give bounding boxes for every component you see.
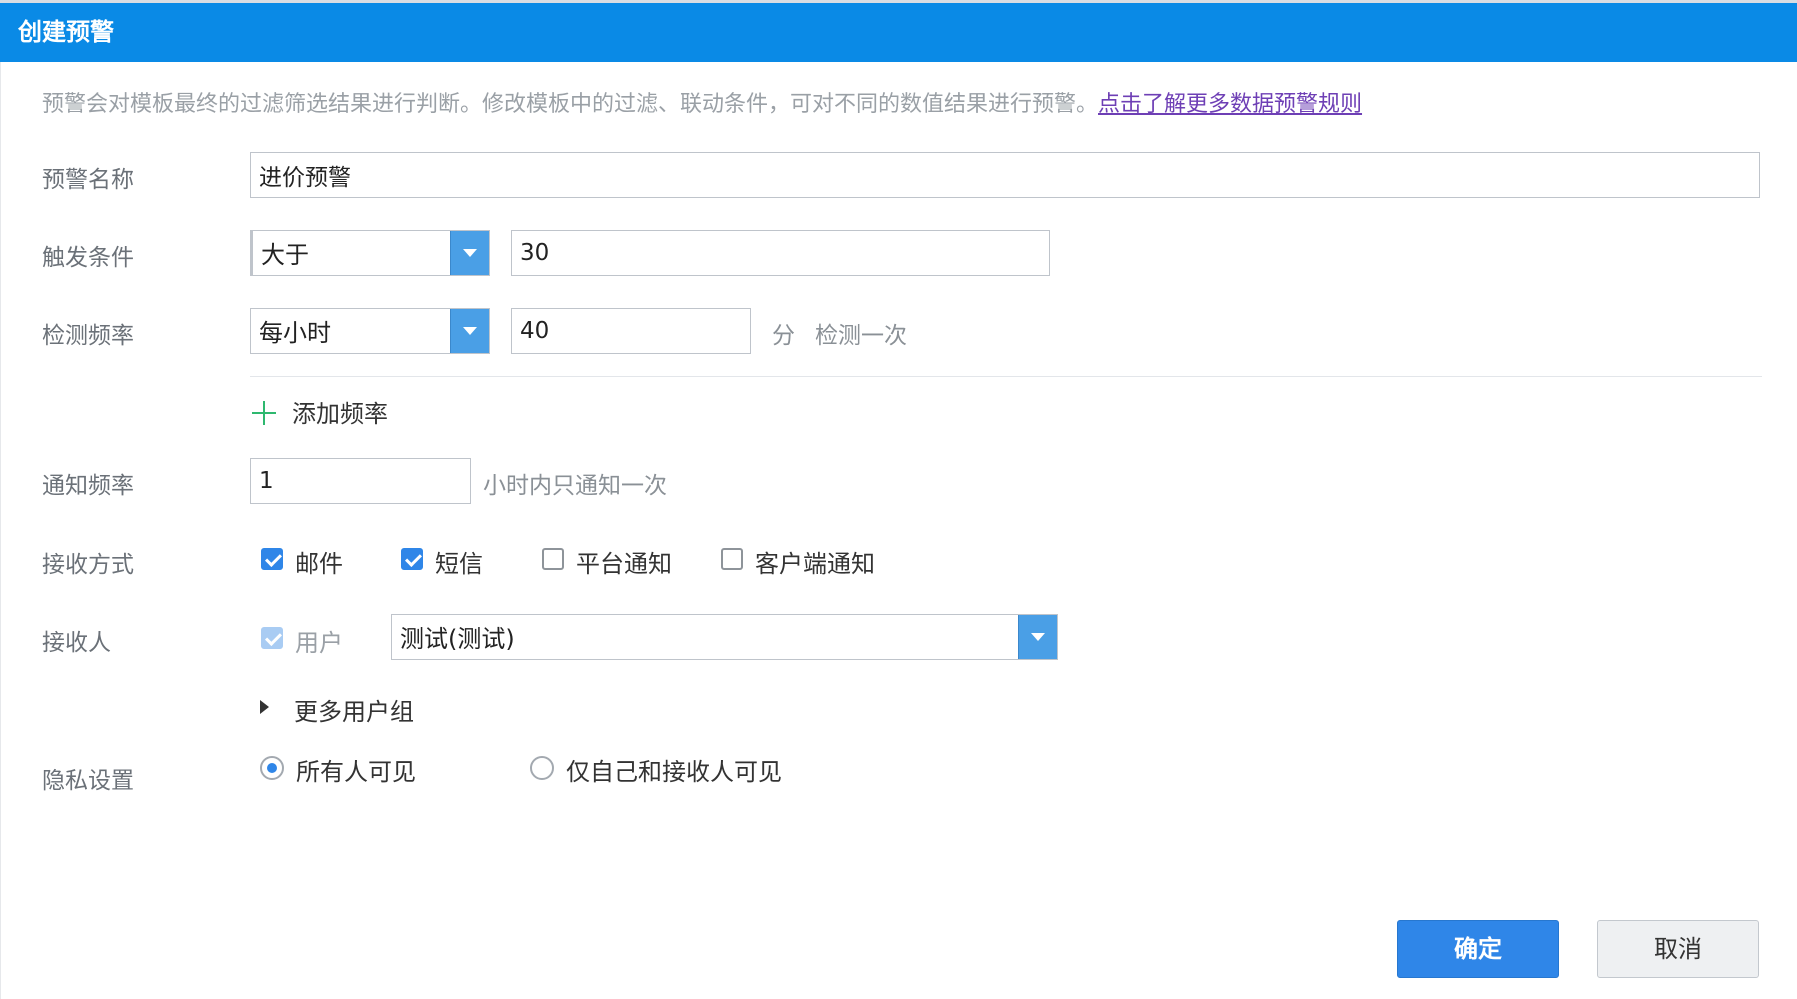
plus-icon [250,398,278,428]
radio-empty-icon [530,756,554,780]
more-user-groups-label: 更多用户组 [294,698,414,726]
dialog-left-border [0,62,1,999]
privacy-all-label: 所有人可见 [296,758,416,786]
receiver-user-label: 用户 [295,629,343,657]
receiver-label: 接收人 [42,630,111,656]
privacy-label: 隐私设置 [42,768,134,794]
checkbox-checked-icon [261,627,283,649]
receiver-user-value: 测试(测试) [400,625,515,653]
privacy-self-receiver-label: 仅自己和接收人可见 [566,758,782,786]
cancel-button[interactable]: 取消 [1597,920,1759,978]
check-unit-text: 分 [772,323,795,349]
chevron-down-icon[interactable] [450,309,489,353]
check-suffix-text: 检测一次 [815,323,907,349]
alert-name-input[interactable] [250,152,1760,198]
notify-hours-input[interactable] [250,458,471,504]
caret-right-icon [260,700,269,714]
trigger-label: 触发条件 [42,245,134,271]
check-frequency-label: 检测频率 [42,323,134,349]
notify-frequency-label: 通知频率 [42,473,134,499]
confirm-button[interactable]: 确定 [1397,920,1559,978]
check-period-value: 每小时 [259,319,331,347]
chevron-down-icon[interactable] [1018,615,1057,659]
check-period-select[interactable]: 每小时 [250,308,490,354]
checkbox-checked-icon [401,548,423,570]
receive-client-label: 客户端通知 [755,550,875,578]
rules-link[interactable]: 点击了解更多数据预警规则 [1098,92,1362,117]
receiver-user-select[interactable]: 测试(测试) [391,614,1058,660]
receive-sms-label: 短信 [435,550,483,578]
chevron-down-icon[interactable] [450,231,489,275]
notify-suffix-text: 小时内只通知一次 [483,473,667,499]
receive-method-label: 接收方式 [42,552,134,578]
check-minutes-input[interactable] [511,308,751,354]
description-text: 预警会对模板最终的过滤筛选结果进行判断。修改模板中的过滤、联动条件，可对不同的数… [42,92,1099,117]
trigger-value-input[interactable] [511,230,1050,276]
receive-platform-label: 平台通知 [576,550,672,578]
trigger-operator-select[interactable]: 大于 [250,230,490,276]
description-note: 预警会对模板最终的过滤筛选结果进行判断。修改模板中的过滤、联动条件，可对不同的数… [42,86,1362,118]
trigger-operator-value: 大于 [261,241,309,269]
receive-email-label: 邮件 [295,550,343,578]
name-label: 预警名称 [42,167,134,193]
checkbox-empty-icon [542,548,564,570]
add-frequency-label: 添加频率 [292,400,388,428]
radio-selected-icon [260,756,284,780]
checkbox-empty-icon [721,548,743,570]
checkbox-checked-icon [261,548,283,570]
section-divider [250,376,1762,377]
dialog-title: 创建预警 [0,3,1797,62]
